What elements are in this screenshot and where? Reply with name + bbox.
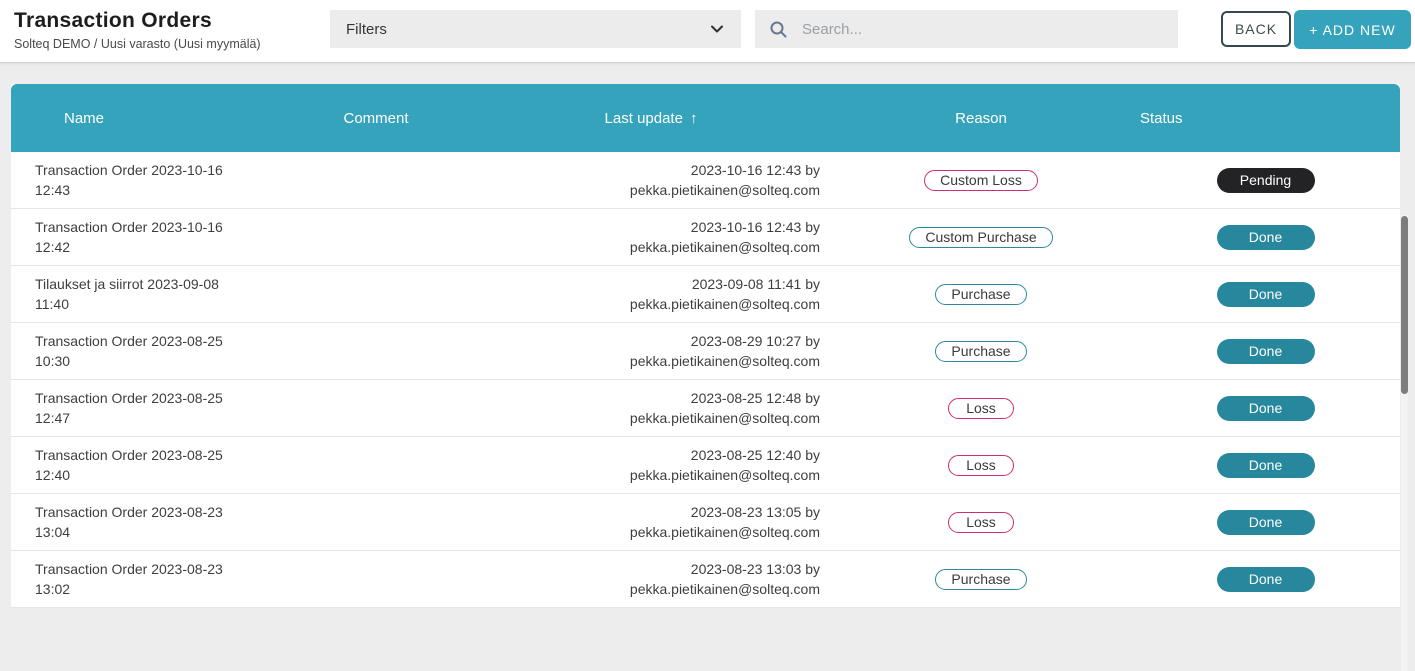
table-row[interactable]: Transaction Order 2023-10-16 12:42 2023-… — [11, 209, 1400, 266]
last-update-email: pekka.pietikainen@solteq.com — [441, 408, 820, 428]
last-update-email: pekka.pietikainen@solteq.com — [441, 351, 820, 371]
status-badge: Done — [1217, 225, 1315, 250]
table-row[interactable]: Transaction Order 2023-08-25 12:40 2023-… — [11, 437, 1400, 494]
table-row[interactable]: Transaction Order 2023-10-16 12:43 2023-… — [11, 152, 1400, 209]
main-area: Name Comment Last update↑ Reason Status … — [0, 63, 1415, 610]
table-header-row: Name Comment Last update↑ Reason Status — [11, 84, 1400, 152]
search-icon — [769, 20, 788, 39]
column-header-comment[interactable]: Comment — [311, 110, 441, 127]
table-body: Transaction Order 2023-10-16 12:43 2023-… — [11, 152, 1400, 608]
last-update-datetime: 2023-08-29 10:27 by — [441, 331, 820, 351]
status-badge: Done — [1217, 567, 1315, 592]
order-name: Transaction Order 2023-08-25 12:40 — [11, 445, 256, 485]
vertical-scrollbar[interactable] — [1401, 215, 1408, 671]
table-row[interactable]: Transaction Order 2023-08-25 10:30 2023-… — [11, 323, 1400, 380]
status-badge: Done — [1217, 453, 1315, 478]
order-name: Transaction Order 2023-08-23 13:02 — [11, 559, 256, 599]
order-name: Transaction Order 2023-08-25 12:47 — [11, 388, 256, 428]
last-update-datetime: 2023-08-23 13:03 by — [441, 559, 820, 579]
search-input[interactable] — [800, 20, 1164, 39]
reason-badge[interactable]: Loss — [948, 398, 1014, 419]
last-update-email: pekka.pietikainen@solteq.com — [441, 237, 820, 257]
last-update-datetime: 2023-10-16 12:43 by — [441, 160, 820, 180]
back-button[interactable]: BACK — [1221, 11, 1291, 47]
last-update-datetime: 2023-08-23 13:05 by — [441, 502, 820, 522]
order-last-update: 2023-08-25 12:40 by pekka.pietikainen@so… — [441, 445, 831, 485]
title-block: Transaction Orders Solteq DEMO / Uusi va… — [14, 9, 261, 51]
order-last-update: 2023-08-23 13:03 by pekka.pietikainen@so… — [441, 559, 831, 599]
reason-badge[interactable]: Purchase — [935, 569, 1026, 590]
reason-badge[interactable]: Custom Purchase — [909, 227, 1052, 248]
order-last-update: 2023-10-16 12:43 by pekka.pietikainen@so… — [441, 160, 831, 200]
filters-label: Filters — [346, 21, 387, 38]
last-update-email: pekka.pietikainen@solteq.com — [441, 180, 820, 200]
sort-ascending-icon[interactable]: ↑ — [690, 110, 698, 127]
column-header-name[interactable]: Name — [11, 110, 311, 127]
transaction-orders-table: Name Comment Last update↑ Reason Status … — [11, 84, 1400, 608]
column-header-status[interactable]: Status — [1131, 110, 1400, 127]
status-badge: Pending — [1217, 168, 1315, 193]
order-name: Transaction Order 2023-10-16 12:43 — [11, 160, 256, 200]
reason-badge[interactable]: Loss — [948, 512, 1014, 533]
page-title: Transaction Orders — [14, 9, 261, 33]
reason-badge[interactable]: Custom Loss — [924, 170, 1038, 191]
filters-dropdown[interactable]: Filters — [330, 10, 741, 48]
last-update-datetime: 2023-10-16 12:43 by — [441, 217, 820, 237]
last-update-email: pekka.pietikainen@solteq.com — [441, 465, 820, 485]
last-update-datetime: 2023-08-25 12:48 by — [441, 388, 820, 408]
table-row[interactable]: Tilaukset ja siirrot 2023-09-08 11:40 20… — [11, 266, 1400, 323]
reason-badge[interactable]: Loss — [948, 455, 1014, 476]
order-last-update: 2023-09-08 11:41 by pekka.pietikainen@so… — [441, 274, 831, 314]
status-badge: Done — [1217, 510, 1315, 535]
order-name: Transaction Order 2023-10-16 12:42 — [11, 217, 256, 257]
status-badge: Done — [1217, 339, 1315, 364]
status-badge: Done — [1217, 282, 1315, 307]
column-header-last-update[interactable]: Last update↑ — [441, 110, 831, 127]
order-last-update: 2023-08-23 13:05 by pekka.pietikainen@so… — [441, 502, 831, 542]
top-bar: Transaction Orders Solteq DEMO / Uusi va… — [0, 0, 1415, 63]
reason-badge[interactable]: Purchase — [935, 284, 1026, 305]
last-update-email: pekka.pietikainen@solteq.com — [441, 294, 820, 314]
chevron-down-icon — [709, 21, 725, 37]
last-update-datetime: 2023-08-25 12:40 by — [441, 445, 820, 465]
order-last-update: 2023-08-29 10:27 by pekka.pietikainen@so… — [441, 331, 831, 371]
column-header-reason[interactable]: Reason — [831, 110, 1131, 127]
scrollbar-thumb[interactable] — [1401, 216, 1408, 394]
order-last-update: 2023-10-16 12:43 by pekka.pietikainen@so… — [441, 217, 831, 257]
order-name: Transaction Order 2023-08-23 13:04 — [11, 502, 256, 542]
order-last-update: 2023-08-25 12:48 by pekka.pietikainen@so… — [441, 388, 831, 428]
table-row[interactable]: Transaction Order 2023-08-23 13:02 2023-… — [11, 551, 1400, 608]
order-name: Transaction Order 2023-08-25 10:30 — [11, 331, 256, 371]
reason-badge[interactable]: Purchase — [935, 341, 1026, 362]
status-badge: Done — [1217, 396, 1315, 421]
table-row[interactable]: Transaction Order 2023-08-23 13:04 2023-… — [11, 494, 1400, 551]
add-new-button[interactable]: + ADD NEW — [1294, 10, 1411, 49]
last-update-email: pekka.pietikainen@solteq.com — [441, 522, 820, 542]
last-update-datetime: 2023-09-08 11:41 by — [441, 274, 820, 294]
order-name: Tilaukset ja siirrot 2023-09-08 11:40 — [11, 274, 256, 314]
search-box[interactable] — [755, 10, 1178, 48]
last-update-email: pekka.pietikainen@solteq.com — [441, 579, 820, 599]
page-subtitle: Solteq DEMO / Uusi varasto (Uusi myymälä… — [14, 37, 261, 51]
table-row[interactable]: Transaction Order 2023-08-25 12:47 2023-… — [11, 380, 1400, 437]
